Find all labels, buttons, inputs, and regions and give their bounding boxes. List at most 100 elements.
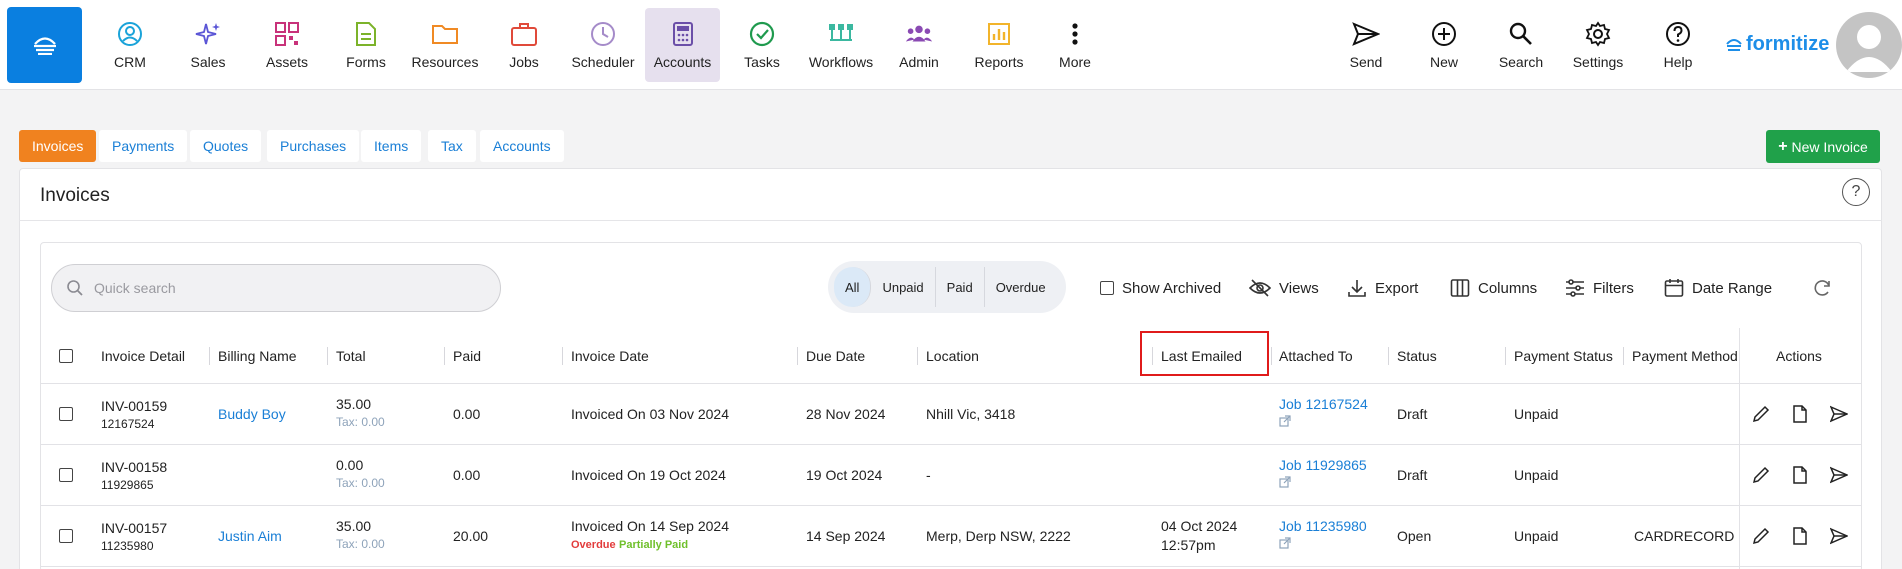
billing-name[interactable]: Buddy Boy [218,406,286,422]
nav-more[interactable]: More [1046,8,1104,82]
nav-label: Reports [974,54,1024,70]
document-icon[interactable] [1789,403,1811,425]
nav-accounts[interactable]: Accounts [645,8,720,82]
external-link-icon[interactable] [1279,476,1367,491]
invoice-number[interactable]: INV-00157 11235980 [101,520,167,553]
views-button[interactable]: Views [1249,276,1319,300]
col-payment-method[interactable]: Payment Method [1632,348,1738,364]
select-all-checkbox[interactable] [59,349,73,363]
external-link-icon[interactable] [1279,415,1368,430]
send-icon[interactable] [1828,464,1850,486]
col-invoice-date[interactable]: Invoice Date [571,348,649,364]
tab-purchases[interactable]: Purchases [267,130,360,162]
nav-forms[interactable]: Forms [336,8,396,82]
brand-name: formitize [1746,33,1830,55]
status-filter: All Unpaid Paid Overdue [828,261,1066,313]
highlight-box [1140,331,1269,376]
show-archived-checkbox[interactable] [1100,281,1114,295]
col-paid[interactable]: Paid [453,348,481,364]
download-icon [1348,280,1366,297]
tab-items[interactable]: Items [361,130,422,162]
col-separator [1623,347,1624,365]
invoice-number[interactable]: INV-00158 11929865 [101,459,167,492]
invoice-number[interactable]: INV-00159 12167524 [101,398,167,431]
nav-scheduler[interactable]: Scheduler [567,8,639,82]
nav-jobs[interactable]: Jobs [494,8,554,82]
col-due-date[interactable]: Due Date [806,348,865,364]
export-button[interactable]: Export [1347,276,1418,300]
nav-admin[interactable]: Admin [889,8,949,82]
nav-resources[interactable]: Resources [408,8,482,82]
send-icon[interactable] [1828,525,1850,547]
nav-send[interactable]: Send [1336,8,1396,82]
nav-label: New [1429,54,1458,70]
col-separator [327,347,328,365]
filter-paid[interactable]: Paid [936,267,985,307]
col-attached-to[interactable]: Attached To [1279,348,1353,364]
total-value: 35.00 Tax: 0.00 [336,518,385,551]
brand-logo[interactable]: formitize [1725,33,1829,56]
col-billing-name[interactable]: Billing Name [218,348,297,364]
tab-quotes[interactable]: Quotes [190,130,262,162]
nav-new[interactable]: New [1414,8,1474,82]
col-separator [444,347,445,365]
col-status[interactable]: Status [1397,348,1437,364]
status: Open [1397,528,1432,544]
home-button[interactable] [7,7,82,83]
avatar[interactable] [1836,12,1902,78]
edit-pencil-icon[interactable] [1750,525,1772,547]
sliders-icon [1566,279,1584,297]
plus-circle-icon [1430,20,1458,48]
nav-settings[interactable]: Settings [1565,8,1631,82]
nav-crm[interactable]: CRM [100,8,160,82]
tab-payments[interactable]: Payments [99,130,188,162]
document-icon[interactable] [1789,525,1811,547]
nav-workflows[interactable]: Workflows [803,8,879,82]
show-archived-toggle[interactable]: Show Archived [1100,276,1221,300]
attached-to[interactable]: Job 12167524 [1279,396,1368,430]
filter-all[interactable]: All [834,267,872,307]
tax-value: Tax: 0.00 [336,476,385,490]
external-link-icon[interactable] [1279,537,1367,552]
send-icon [1352,20,1380,48]
billing-name[interactable]: Justin Aim [218,528,282,544]
date-range-button[interactable]: Date Range [1664,276,1772,300]
col-total[interactable]: Total [336,348,366,364]
row-checkbox[interactable] [59,529,73,543]
filters-button[interactable]: Filters [1565,276,1634,300]
nav-reports[interactable]: Reports [967,8,1031,82]
document-icon[interactable] [1789,464,1811,486]
nav-label: Scheduler [571,54,635,70]
col-payment-status[interactable]: Payment Status [1514,348,1613,364]
row-checkbox[interactable] [59,468,73,482]
nav-sales[interactable]: Sales [178,8,238,82]
tab-accounts[interactable]: Accounts [480,130,564,162]
search-input[interactable]: Quick search [51,264,501,312]
location: Merp, Derp NSW, 2222 [926,528,1071,544]
attached-to[interactable]: Job 11235980 [1279,518,1367,552]
nav-help[interactable]: Help [1648,8,1708,82]
sparkle-icon [194,20,222,48]
columns-button[interactable]: Columns [1450,276,1537,300]
help-icon[interactable]: ? [1842,178,1870,206]
edit-pencil-icon[interactable] [1750,403,1772,425]
tab-invoices[interactable]: Invoices [19,130,97,162]
nav-tasks[interactable]: Tasks [732,8,792,82]
overdue-badge: Overdue [571,539,616,551]
more-vertical-icon [1061,20,1089,48]
search-icon [1507,20,1535,48]
tab-tax[interactable]: Tax [428,130,476,162]
nav-assets[interactable]: Assets [257,8,317,82]
edit-pencil-icon[interactable] [1750,464,1772,486]
send-icon[interactable] [1828,403,1850,425]
new-invoice-button[interactable]: + New Invoice [1766,130,1880,163]
col-location[interactable]: Location [926,348,979,364]
filter-overdue[interactable]: Overdue [985,267,1057,307]
col-invoice-detail[interactable]: Invoice Detail [101,348,185,364]
filter-unpaid[interactable]: Unpaid [871,267,936,307]
attached-to[interactable]: Job 11929865 [1279,457,1367,491]
row-checkbox[interactable] [59,407,73,421]
refresh-button[interactable] [1812,276,1832,300]
nav-label: CRM [114,54,146,70]
nav-search[interactable]: Search [1491,8,1551,82]
